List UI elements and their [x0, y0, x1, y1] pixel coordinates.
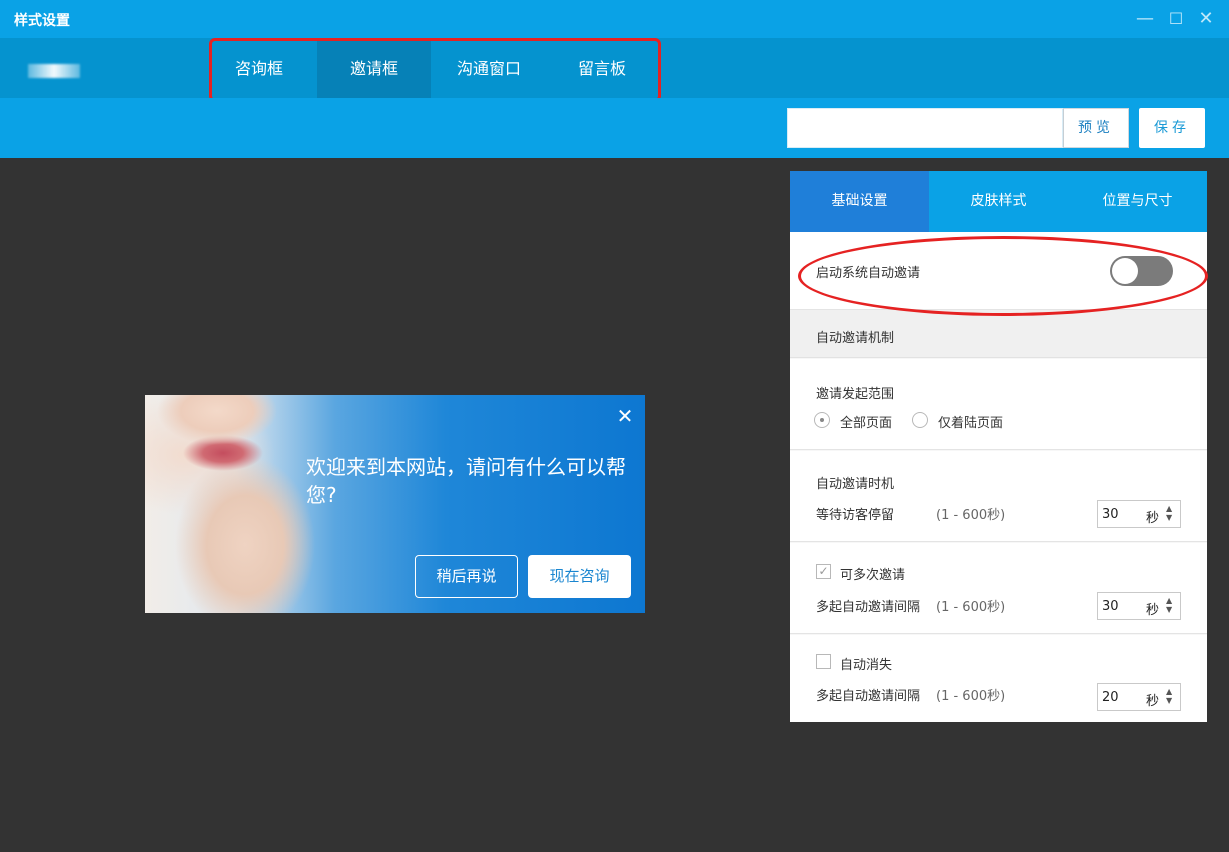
auto-dismiss-group: 自动消失 多起自动邀请间隔 (1 - 600秒) 20 秒 ▲ ▼: [790, 635, 1207, 722]
multi-invite-value[interactable]: 30: [1102, 599, 1119, 614]
multi-invite-desc: 多起自动邀请间隔: [816, 600, 921, 615]
mechanism-header: 自动邀请机制: [790, 310, 1207, 358]
timing-value[interactable]: 30: [1102, 507, 1119, 522]
multi-invite-label: 可多次邀请: [840, 568, 906, 583]
auto-dismiss-unit: 秒: [1146, 694, 1160, 709]
annotation-rectangle: [209, 38, 661, 102]
auto-dismiss-desc: 多起自动邀请间隔: [816, 689, 921, 704]
multi-invite-unit: 秒: [1146, 603, 1160, 618]
timing-stepper[interactable]: 30 秒 ▲ ▼: [1097, 500, 1181, 528]
auto-dismiss-label: 自动消失: [840, 658, 893, 673]
timing-desc: 等待访客停留: [816, 508, 895, 523]
consult-now-button[interactable]: 现在咨询: [528, 555, 631, 598]
window-title: 样式设置: [14, 13, 70, 29]
invite-message: 欢迎来到本网站，请问有什么可以帮您?: [306, 455, 626, 507]
minimize-icon[interactable]: —: [1135, 9, 1155, 29]
invite-popup-preview: ✕ 欢迎来到本网站，请问有什么可以帮您? 稍后再说 现在咨询: [145, 395, 645, 613]
annotation-ellipse: [798, 236, 1208, 316]
timing-range: (1 - 600秒): [936, 508, 1006, 523]
auto-dismiss-stepper[interactable]: 20 秒 ▲ ▼: [1097, 683, 1181, 711]
popup-close-icon[interactable]: ✕: [615, 405, 635, 427]
preview-url-input[interactable]: [787, 108, 1063, 148]
mechanism-title: 自动邀请机制: [816, 331, 895, 346]
auto-dismiss-value[interactable]: 20: [1102, 690, 1119, 705]
radio-landing-only-label: 仅着陆页面: [938, 416, 1004, 431]
stepper-arrows-icon[interactable]: ▲ ▼: [1166, 596, 1172, 614]
timing-group: 自动邀请时机 等待访客停留 (1 - 600秒) 30 秒 ▲ ▼: [790, 451, 1207, 542]
tab-position-size[interactable]: 位置与尺寸: [1068, 171, 1207, 232]
stepper-arrows-icon[interactable]: ▲ ▼: [1166, 504, 1172, 522]
multi-invite-stepper[interactable]: 30 秒 ▲ ▼: [1097, 592, 1181, 620]
later-button[interactable]: 稍后再说: [415, 555, 518, 598]
title-bar: 样式设置: [0, 0, 1229, 38]
multi-invite-checkbox[interactable]: ✓: [816, 564, 831, 579]
tab-skin-style[interactable]: 皮肤样式: [929, 171, 1068, 232]
timing-unit: 秒: [1146, 511, 1160, 526]
save-button[interactable]: 保存: [1139, 108, 1205, 148]
scope-group: 邀请发起范围 全部页面 仅着陆页面: [790, 359, 1207, 450]
scope-title: 邀请发起范围: [816, 387, 895, 402]
maximize-icon[interactable]: ☐: [1166, 9, 1186, 29]
multi-invite-range: (1 - 600秒): [936, 600, 1006, 615]
auto-dismiss-checkbox[interactable]: [816, 654, 831, 669]
preview-button[interactable]: 预览: [1063, 108, 1129, 148]
radio-all-pages[interactable]: [814, 412, 830, 428]
radio-landing-only[interactable]: [912, 412, 928, 428]
multi-invite-group: ✓ 可多次邀请 多起自动邀请间隔 (1 - 600秒) 30 秒 ▲ ▼: [790, 543, 1207, 634]
auto-dismiss-range: (1 - 600秒): [936, 689, 1006, 704]
stepper-arrows-icon[interactable]: ▲ ▼: [1166, 687, 1172, 705]
close-icon[interactable]: ✕: [1196, 9, 1216, 29]
tab-basic-settings[interactable]: 基础设置: [790, 171, 929, 232]
radio-all-pages-label: 全部页面: [840, 416, 893, 431]
logo: [28, 64, 80, 78]
timing-title: 自动邀请时机: [816, 477, 895, 492]
